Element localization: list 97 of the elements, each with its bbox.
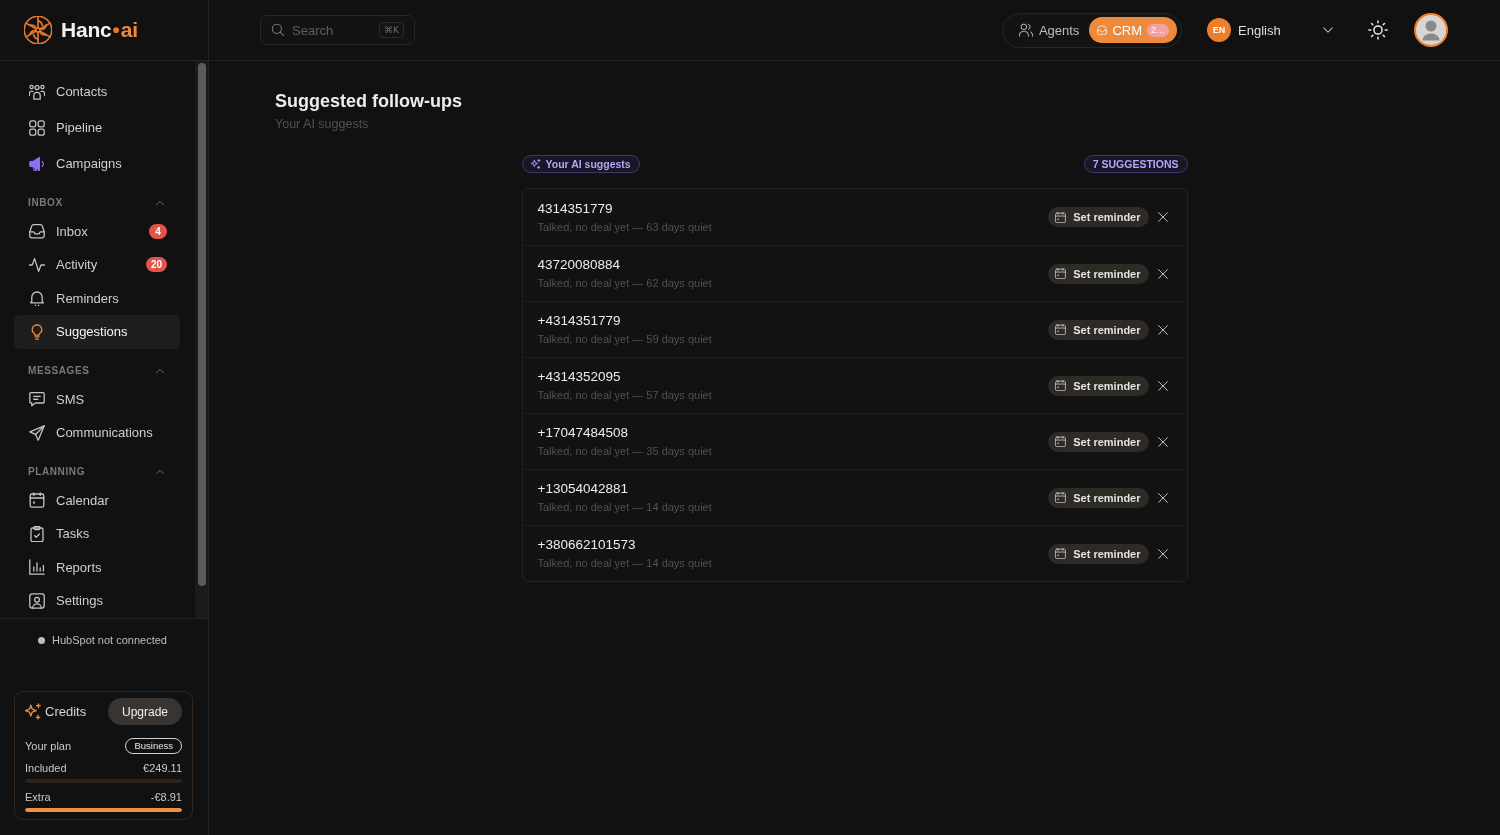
count-badge: 20 — [145, 257, 167, 273]
set-reminder-button[interactable]: Set reminder — [1048, 263, 1149, 284]
bell-icon — [29, 290, 45, 307]
suggestion-note: Talked, no deal yet — 59 days quiet — [537, 332, 712, 347]
close-icon[interactable] — [1157, 436, 1168, 447]
calendar-icon — [29, 492, 45, 509]
suggestion-count: 7 SUGGESTIONS — [1083, 155, 1188, 173]
section-heading: MESSAGES — [28, 365, 90, 376]
contact-number: 4314351779 — [537, 199, 613, 218]
nav-item[interactable]: Calendar — [14, 483, 180, 517]
set-reminder-button[interactable]: Set reminder — [1048, 207, 1149, 227]
user-square-icon — [29, 592, 45, 609]
shortcut-hint: ⌘K — [379, 22, 404, 38]
sun-icon[interactable] — [1368, 20, 1388, 40]
chevron-up-icon[interactable] — [156, 199, 164, 206]
calendar-icon — [1055, 436, 1067, 447]
count-badge: 2… — [1147, 23, 1169, 37]
integration-status: HubSpot not connected — [52, 633, 167, 647]
calendar-icon — [1055, 548, 1067, 559]
suggestion-note: Talked, no deal yet — 35 days quiet — [537, 444, 712, 459]
chat-icon — [29, 391, 45, 408]
section-heading: PLANNING — [28, 466, 86, 477]
mode-tab[interactable]: Agents — [1010, 17, 1088, 43]
language-badge: EN — [1207, 18, 1231, 42]
count-badge: 4 — [149, 223, 167, 239]
lightbulb-icon — [29, 323, 45, 340]
close-icon[interactable] — [1157, 268, 1168, 279]
upgrade-button[interactable]: Upgrade — [107, 698, 182, 725]
usage-label: Extra — [25, 790, 51, 804]
logo-text: Hanc•ai — [61, 18, 138, 42]
megaphone-icon — [29, 155, 45, 172]
contact-number: +17047484508 — [537, 424, 628, 442]
page-subtitle: Your AI suggests — [275, 116, 370, 133]
nav-item[interactable]: SMS — [14, 382, 180, 416]
ai-tag-text: Your AI suggests — [545, 158, 631, 170]
set-reminder-button[interactable]: Set reminder — [1048, 375, 1149, 396]
calendar-icon — [1055, 211, 1067, 223]
sparkle-icon — [25, 703, 42, 720]
nav-item[interactable]: Communications — [14, 416, 180, 450]
calendar-icon — [1055, 492, 1067, 503]
tray-icon — [1097, 25, 1108, 35]
nav-item[interactable]: Reports — [14, 550, 180, 584]
chevron-up-icon[interactable] — [156, 468, 164, 475]
suggestion-note: Talked, no deal yet — 14 days quiet — [537, 500, 712, 515]
people-icon — [1018, 23, 1033, 37]
credits-title: Credits — [45, 704, 88, 719]
chevron-down-icon — [1323, 27, 1333, 33]
paper-plane-icon — [29, 424, 45, 441]
usage-label: Included — [25, 761, 67, 775]
calendar-icon — [1055, 380, 1067, 391]
suggestion-note: Talked, no deal yet — 62 days quiet — [537, 276, 712, 291]
page-title: Suggested follow-ups — [275, 90, 463, 112]
bar-chart-icon — [29, 559, 45, 576]
scrollbar-thumb[interactable] — [198, 63, 206, 586]
nav-item[interactable]: Reminders — [14, 281, 180, 315]
calendar-icon — [1055, 324, 1067, 335]
suggestion-note: Talked, no deal yet — 14 days quiet — [537, 556, 712, 571]
users-icon — [29, 83, 45, 100]
nav-item[interactable]: Inbox 4 — [14, 214, 180, 248]
close-icon[interactable] — [1157, 380, 1168, 391]
set-reminder-button[interactable]: Set reminder — [1048, 543, 1149, 564]
search-icon — [272, 24, 284, 36]
section-heading: INBOX — [28, 197, 63, 208]
nav-item[interactable]: Campaigns — [14, 147, 180, 181]
close-icon[interactable] — [1157, 548, 1168, 559]
grid-icon — [29, 119, 45, 136]
plan-label: Your plan — [25, 740, 72, 752]
avatar[interactable] — [1414, 13, 1448, 47]
nav-item[interactable]: Pipeline — [14, 111, 180, 145]
contact-number: +4314352095 — [537, 368, 621, 386]
logo-icon — [24, 16, 52, 44]
tray-icon — [29, 223, 45, 240]
sparkle-icon — [530, 159, 541, 169]
language-select[interactable]: EN English — [1207, 18, 1333, 42]
suggestion-note: Talked, no deal yet — 63 days quiet — [537, 219, 712, 235]
contact-number: +380662101573 — [537, 536, 636, 554]
calendar-icon — [1055, 268, 1067, 279]
suggestion-note: Talked, no deal yet — 57 days quiet — [537, 388, 712, 403]
nav-item[interactable]: Contacts — [14, 75, 180, 109]
close-icon[interactable] — [1157, 212, 1168, 222]
chevron-up-icon[interactable] — [156, 367, 164, 374]
nav-item[interactable]: Suggestions — [14, 315, 180, 349]
close-icon[interactable] — [1157, 324, 1168, 335]
usage-amount: €249.11 — [143, 761, 182, 775]
clipboard-check-icon — [29, 525, 45, 542]
close-icon[interactable] — [1157, 492, 1168, 503]
set-reminder-button[interactable]: Set reminder — [1048, 487, 1149, 508]
set-reminder-button[interactable]: Set reminder — [1048, 431, 1149, 452]
contact-number: +4314351779 — [537, 312, 621, 330]
nav-item[interactable]: Activity 20 — [14, 248, 180, 282]
contact-number: 43720080884 — [537, 256, 621, 274]
pulse-icon — [29, 256, 45, 273]
contact-number: +13054042881 — [537, 480, 628, 498]
set-reminder-button[interactable]: Set reminder — [1048, 319, 1149, 340]
nav-item[interactable]: Settings — [14, 584, 180, 618]
usage-amount: -€8.91 — [150, 790, 182, 804]
nav-item[interactable]: Tasks — [14, 517, 180, 551]
